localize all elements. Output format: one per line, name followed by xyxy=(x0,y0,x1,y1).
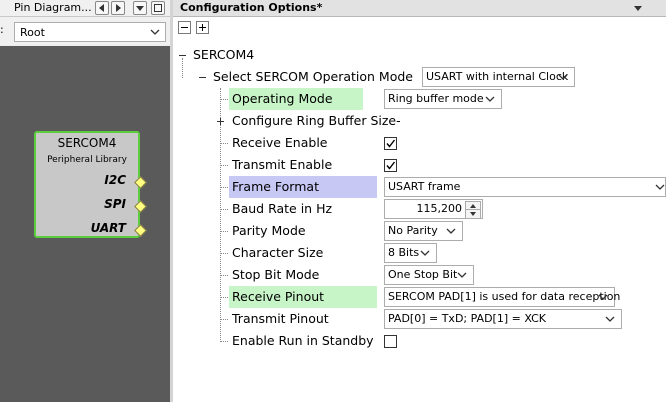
receive-pinout-label: Receive Pinout xyxy=(229,286,377,308)
configuration-tab[interactable]: Configuration Options* xyxy=(180,0,322,15)
spin-down-icon[interactable] xyxy=(465,209,481,219)
transmit-pinout-value: PAD[0] = TxD; PAD[1] = XCK xyxy=(388,312,546,325)
view-label: : xyxy=(0,23,4,36)
receive-enable-checkbox[interactable] xyxy=(384,137,397,150)
run-in-standby-checkbox[interactable] xyxy=(384,335,397,348)
operation-mode-label: Select SERCOM Operation Mode xyxy=(213,69,413,84)
transmit-pinout-label: Transmit Pinout xyxy=(232,311,329,326)
prev-icon[interactable] xyxy=(95,1,109,15)
chevron-down-icon xyxy=(150,29,160,35)
tree-line xyxy=(220,187,228,188)
chevron-down-icon xyxy=(485,96,495,102)
pin-diagram-pane: Pin Diagram... : Root SERCOM4 Peripheral… xyxy=(0,0,170,402)
collapse-all-icon[interactable] xyxy=(178,21,191,34)
parity-mode-select[interactable]: No Parity xyxy=(384,221,463,241)
collapse-icon[interactable] xyxy=(198,73,207,82)
transmit-enable-label: Transmit Enable xyxy=(232,157,333,172)
pin-uart: UART xyxy=(90,221,126,235)
tree-root-sercom4[interactable]: SERCOM4 xyxy=(193,44,254,66)
configuration-tabbar: Configuration Options* xyxy=(173,0,666,17)
ring-buffer-size-label[interactable]: Configure Ring Buffer Size- xyxy=(232,110,401,132)
stop-bit-mode-select[interactable]: One Stop Bit xyxy=(384,265,474,285)
expand-icon[interactable] xyxy=(216,117,225,126)
chevron-down-icon xyxy=(655,184,665,190)
frame-format-label: Frame Format xyxy=(229,176,377,198)
pin-spi: SPI xyxy=(104,197,126,211)
pin-diagram-tab[interactable]: Pin Diagram... xyxy=(0,0,92,16)
chevron-down-icon xyxy=(446,228,456,234)
receive-enable-label: Receive Enable xyxy=(232,135,328,150)
chevron-down-icon xyxy=(420,250,430,256)
block-subtitle: Peripheral Library xyxy=(47,155,127,165)
baud-rate-label: Baud Rate in Hz xyxy=(232,201,333,216)
view-select-value: Root xyxy=(20,26,45,39)
expand-all-icon[interactable] xyxy=(196,21,209,34)
chevron-down-icon xyxy=(605,316,615,322)
collapse-icon[interactable] xyxy=(178,51,187,60)
run-in-standby-label: Enable Run in Standby xyxy=(232,333,374,348)
configuration-options-pane: Configuration Options* SERCOM4 Select SE… xyxy=(173,0,666,402)
frame-format-value: USART frame xyxy=(388,180,461,193)
receive-pinout-value: SERCOM PAD[1] is used for data reception xyxy=(388,290,621,303)
tree-line xyxy=(220,209,228,210)
tree-line xyxy=(220,297,228,298)
dropdown-icon[interactable] xyxy=(133,1,147,15)
character-size-value: 8 Bits xyxy=(388,246,420,259)
parity-mode-value: No Parity xyxy=(388,224,438,237)
operating-mode-select[interactable]: Ring buffer mode xyxy=(384,89,502,109)
transmit-pinout-select[interactable]: PAD[0] = TxD; PAD[1] = XCK xyxy=(384,309,622,329)
character-size-select[interactable]: 8 Bits xyxy=(384,243,437,263)
baud-rate-spinner[interactable]: 115,200 xyxy=(384,199,483,219)
frame-format-select[interactable]: USART frame xyxy=(384,177,666,197)
operating-mode-label: Operating Mode xyxy=(229,88,363,110)
maximize-icon[interactable] xyxy=(151,1,165,15)
tree-line xyxy=(220,231,228,232)
tree-line xyxy=(220,253,228,254)
pin-diagram-tabbar: Pin Diagram... xyxy=(0,0,170,17)
operation-mode-value: USART with internal Clock xyxy=(426,70,569,83)
tree-line xyxy=(220,88,221,342)
chevron-down-icon xyxy=(558,74,568,80)
checkmark-icon xyxy=(386,139,396,148)
block-title: SERCOM4 xyxy=(57,136,117,150)
transmit-enable-checkbox[interactable] xyxy=(384,159,397,172)
receive-pinout-select[interactable]: SERCOM PAD[1] is used for data reception xyxy=(384,287,620,307)
chevron-down-icon xyxy=(598,294,608,300)
tree-line xyxy=(220,165,228,166)
character-size-label: Character Size xyxy=(232,245,324,260)
tree-line xyxy=(220,275,228,276)
view-select[interactable]: Root xyxy=(14,22,166,42)
tree-line xyxy=(220,99,228,100)
baud-rate-value: 115,200 xyxy=(416,202,463,215)
dropdown-icon[interactable] xyxy=(633,3,643,13)
stop-bit-mode-value: One Stop Bit xyxy=(388,268,458,281)
checkmark-icon xyxy=(386,161,396,170)
next-icon[interactable] xyxy=(111,1,125,15)
sercom4-block[interactable]: SERCOM4 Peripheral Library I2C SPI UART xyxy=(34,131,147,238)
configuration-toolbar xyxy=(173,17,666,39)
chevron-down-icon xyxy=(457,272,467,278)
operating-mode-value: Ring buffer mode xyxy=(388,92,484,105)
tree-line xyxy=(220,143,228,144)
tree-line xyxy=(220,319,228,320)
parity-mode-label: Parity Mode xyxy=(232,223,306,238)
stop-bit-mode-label: Stop Bit Mode xyxy=(232,267,320,282)
pin-i2c: I2C xyxy=(104,173,126,187)
operation-mode-select[interactable]: USART with internal Clock xyxy=(422,67,575,87)
tree-line xyxy=(220,341,228,342)
tree-line xyxy=(182,58,183,78)
